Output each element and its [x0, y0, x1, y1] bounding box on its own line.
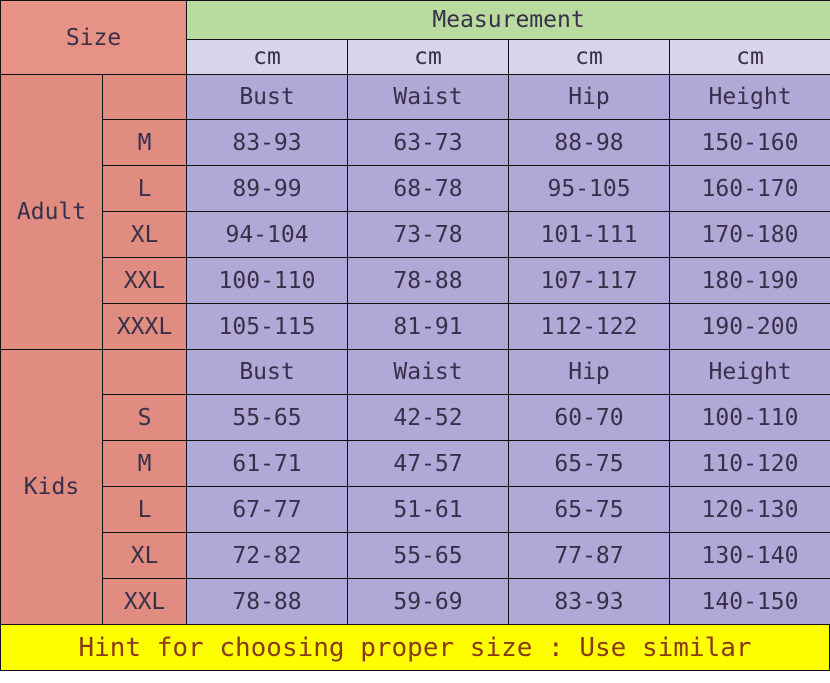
value-hip: 88-98 [508, 119, 671, 166]
value-bust: 83-93 [186, 119, 349, 166]
table-row: L 67-77 51-61 65-75 120-130 [1, 486, 830, 533]
table-row: XL 72-82 55-65 77-87 130-140 [1, 532, 830, 579]
unit-cell-height: cm [669, 39, 830, 75]
unit-cell-waist: cm [347, 39, 510, 75]
value-bust: 94-104 [186, 211, 349, 258]
kids-metric-row: Kids Bust Waist Hip Height [0, 349, 830, 625]
value-bust: 100-110 [186, 257, 349, 304]
size-label: XXL [101, 578, 188, 625]
value-height: 170-180 [669, 211, 830, 258]
size-label: XXL [101, 257, 188, 304]
value-bust: 105-115 [186, 303, 349, 350]
value-height: 130-140 [669, 532, 830, 579]
size-label: L [101, 486, 188, 533]
table-row: L 89-99 68-78 95-105 160-170 [1, 165, 830, 212]
adult-metric-height: Height [669, 74, 830, 120]
table-row: S 55-65 42-52 60-70 100-110 [1, 394, 830, 441]
adult-metric-row: Adult Bust Waist Hip Height [0, 74, 830, 350]
table-row: M 61-71 47-57 65-75 110-120 [1, 440, 830, 487]
value-bust: 61-71 [186, 440, 349, 487]
value-waist: 78-88 [347, 257, 510, 304]
value-hip: 65-75 [508, 440, 671, 487]
value-waist: 59-69 [347, 578, 510, 625]
table-header-row: Size Measurement [0, 0, 830, 75]
table-row: XL 94-104 73-78 101-111 170-180 [1, 211, 830, 258]
value-waist: 42-52 [347, 394, 510, 441]
value-hip: 83-93 [508, 578, 671, 625]
adult-metric-bust: Bust [186, 74, 349, 120]
value-bust: 72-82 [186, 532, 349, 579]
table-row: M 83-93 63-73 88-98 150-160 [1, 119, 830, 166]
value-waist: 51-61 [347, 486, 510, 533]
size-header-cell: Size [0, 0, 188, 75]
value-hip: 101-111 [508, 211, 671, 258]
size-label: M [101, 440, 188, 487]
value-waist: 73-78 [347, 211, 510, 258]
size-label: XL [101, 211, 188, 258]
adult-metric-waist: Waist [347, 74, 510, 120]
value-height: 190-200 [669, 303, 830, 350]
kids-metric-hip: Hip [508, 349, 671, 395]
value-height: 110-120 [669, 440, 830, 487]
size-chart-sheet: Size Measurement cm cm cm cm Adult Bust … [0, 0, 830, 683]
value-waist: 55-65 [347, 532, 510, 579]
value-bust: 78-88 [186, 578, 349, 625]
group-label-adult: Adult [0, 74, 103, 350]
value-height: 160-170 [669, 165, 830, 212]
adult-metric-row-spacer [101, 74, 188, 120]
size-label: XXXL [101, 303, 188, 350]
size-label: L [101, 165, 188, 212]
size-label: S [101, 394, 188, 441]
table-row: XXL 100-110 78-88 107-117 180-190 [1, 257, 830, 304]
table-row: XXXL 105-115 81-91 112-122 190-200 [1, 303, 830, 350]
unit-cell-bust: cm [186, 39, 349, 75]
value-bust: 55-65 [186, 394, 349, 441]
unit-cell-hip: cm [508, 39, 671, 75]
kids-metric-waist: Waist [347, 349, 510, 395]
value-bust: 89-99 [186, 165, 349, 212]
value-hip: 60-70 [508, 394, 671, 441]
size-chart-table: Size Measurement cm cm cm cm Adult Bust … [0, 0, 830, 625]
size-label: XL [101, 532, 188, 579]
table-row: XXL 78-88 59-69 83-93 140-150 [1, 578, 830, 625]
value-waist: 63-73 [347, 119, 510, 166]
value-height: 140-150 [669, 578, 830, 625]
value-height: 180-190 [669, 257, 830, 304]
kids-metric-height: Height [669, 349, 830, 395]
size-label: M [101, 119, 188, 166]
kids-metric-row-spacer [101, 349, 188, 395]
value-height: 150-160 [669, 119, 830, 166]
value-hip: 65-75 [508, 486, 671, 533]
value-waist: 47-57 [347, 440, 510, 487]
size-hint-bar: Hint for choosing proper size : Use simi… [0, 625, 830, 671]
value-height: 100-110 [669, 394, 830, 441]
value-waist: 68-78 [347, 165, 510, 212]
value-hip: 77-87 [508, 532, 671, 579]
value-hip: 107-117 [508, 257, 671, 304]
measurement-header-cell: Measurement [186, 0, 830, 40]
kids-metric-bust: Bust [186, 349, 349, 395]
adult-metric-hip: Hip [508, 74, 671, 120]
value-waist: 81-91 [347, 303, 510, 350]
value-bust: 67-77 [186, 486, 349, 533]
value-hip: 112-122 [508, 303, 671, 350]
value-height: 120-130 [669, 486, 830, 533]
value-hip: 95-105 [508, 165, 671, 212]
group-label-kids: Kids [0, 349, 103, 625]
